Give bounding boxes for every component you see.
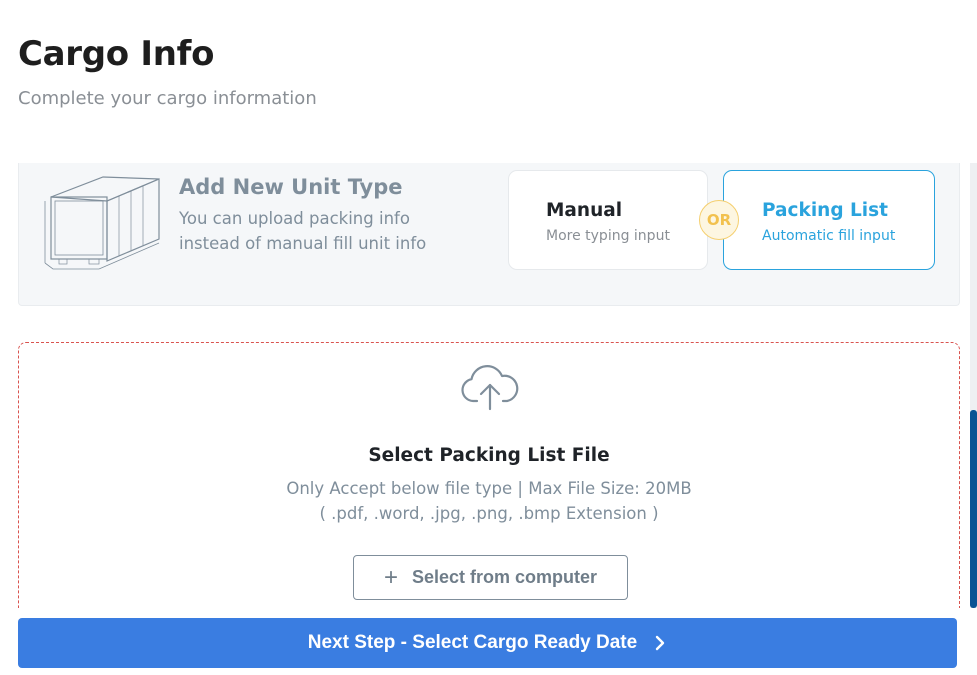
- unit-type-title: Add New Unit Type: [179, 175, 403, 199]
- manual-option-title: Manual: [546, 200, 623, 221]
- dropzone-extensions-text: ( .pdf, .word, .jpg, .png, .bmp Extensio…: [319, 504, 659, 523]
- plus-icon: +: [383, 563, 398, 591]
- manual-option-card[interactable]: Manual More typing input: [508, 170, 708, 270]
- container-box-icon: [44, 176, 160, 270]
- unit-type-description: You can upload packing info instead of m…: [179, 209, 427, 253]
- chevron-right-icon: [656, 635, 665, 651]
- dropzone-accept-text: Only Accept below file type | Max File S…: [286, 479, 692, 498]
- packing-list-option-card[interactable]: Packing List Automatic fill input: [723, 170, 935, 270]
- cloud-upload-icon: [461, 365, 519, 411]
- next-step-label: Next Step - Select Cargo Ready Date: [307, 632, 638, 653]
- file-dropzone[interactable]: Select Packing List File Only Accept bel…: [18, 342, 960, 608]
- unit-type-card: Add New Unit Type You can upload packing…: [18, 163, 960, 306]
- select-from-computer-button[interactable]: + Select from computer: [353, 555, 628, 600]
- cargo-form-scroll-area[interactable]: Add New Unit Type You can upload packing…: [0, 163, 970, 608]
- or-badge: OR: [699, 200, 739, 240]
- select-from-computer-label: Select from computer: [411, 567, 598, 587]
- packing-list-option-subtitle: Automatic fill input: [762, 228, 896, 244]
- page-subtitle: Complete your cargo information: [18, 88, 317, 109]
- dropzone-title: Select Packing List File: [368, 445, 610, 466]
- page-title: Cargo Info: [18, 34, 215, 74]
- scrollbar-thumb[interactable]: [970, 410, 977, 608]
- footer-bar: Next Step - Select Cargo Ready Date: [0, 608, 977, 675]
- packing-list-option-title: Packing List: [762, 200, 888, 221]
- manual-option-subtitle: More typing input: [546, 228, 670, 244]
- next-step-button[interactable]: Next Step - Select Cargo Ready Date: [18, 618, 957, 668]
